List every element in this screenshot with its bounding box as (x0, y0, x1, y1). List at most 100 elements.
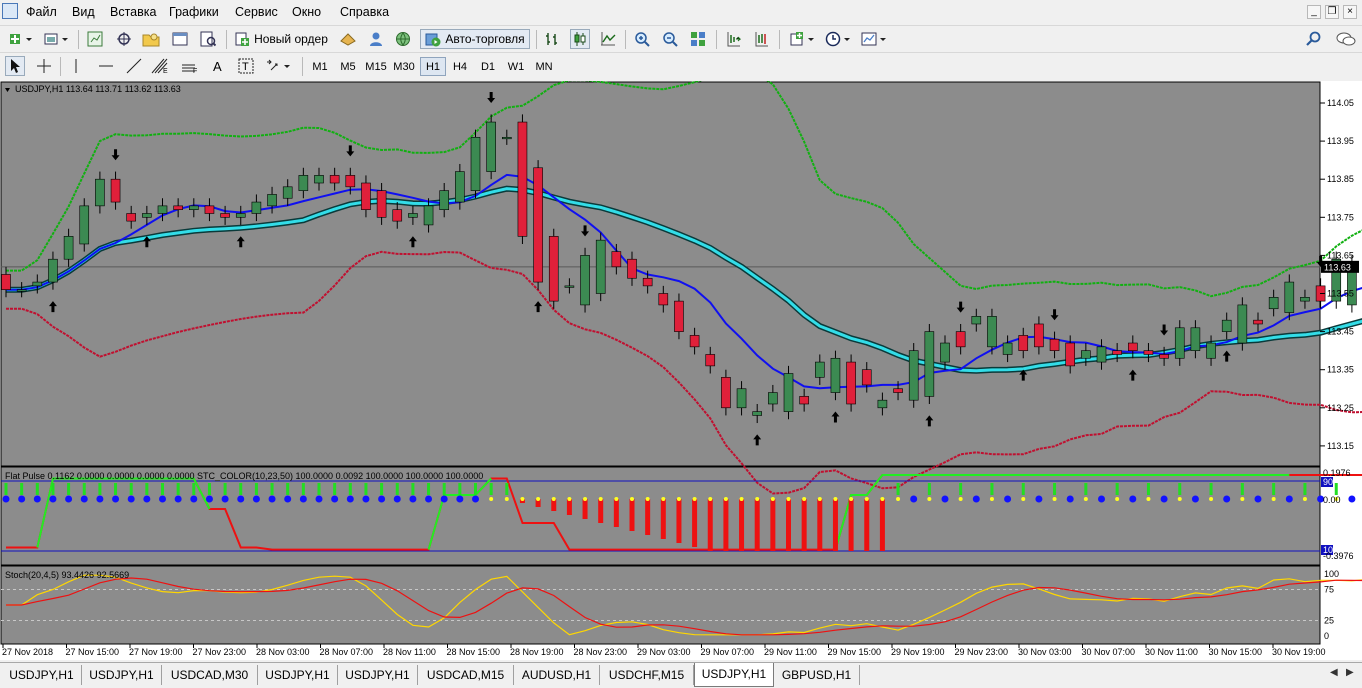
menu-insert[interactable]: Вставка (110, 5, 156, 19)
pulse-axis-label: 0.00 (1323, 495, 1341, 505)
zoom-in-button[interactable] (632, 29, 652, 49)
tab-usdjpy-h1-4[interactable]: USDJPY,H1 (338, 665, 418, 685)
market-button[interactable] (393, 29, 413, 49)
terminal-button[interactable] (170, 29, 190, 49)
pulse-dot (786, 497, 791, 501)
timeframe-mn[interactable]: MN (531, 57, 557, 76)
periods-button[interactable] (822, 29, 854, 49)
fibonacci-button[interactable]: E (150, 56, 170, 76)
pulse-histogram-bar (582, 499, 588, 519)
data-window-button[interactable] (114, 29, 134, 49)
chat-bubble-icon (1336, 32, 1356, 46)
line-chart-button[interactable] (598, 29, 618, 49)
tab-audusd-h1[interactable]: AUDUSD,H1 (514, 665, 600, 685)
tab-usdcad-m30[interactable]: USDCAD,M30 (162, 665, 258, 685)
crosshair-tool-button[interactable] (34, 56, 54, 76)
channel-button[interactable]: F (180, 56, 200, 76)
tab-usdjpy-h1-1[interactable]: USDJPY,H1 (2, 665, 82, 685)
tile-windows-button[interactable] (688, 29, 708, 49)
candle-body (752, 411, 763, 416)
candle-body (1018, 335, 1029, 351)
timeframe-h1[interactable]: H1 (420, 57, 446, 76)
menu-help[interactable]: Справка (340, 5, 389, 19)
price-axis-label: 113.85 (1327, 174, 1354, 184)
profiles-button[interactable] (40, 29, 72, 49)
pulse-dot (190, 495, 198, 503)
templates-button[interactable] (858, 29, 890, 49)
text-tool-button[interactable]: A (208, 56, 228, 76)
minimize-button[interactable]: _ (1307, 5, 1321, 19)
menu-charts[interactable]: Графики (169, 5, 219, 19)
pulse-dot (645, 497, 650, 501)
signals-button[interactable] (366, 29, 386, 49)
new-chart-button[interactable] (4, 29, 36, 49)
tab-scroll-left-icon[interactable]: ◀ (1330, 667, 1338, 678)
indicators-button[interactable] (786, 29, 818, 49)
cursor-tool-button[interactable] (5, 56, 25, 76)
menu-file[interactable]: Файл (26, 5, 57, 19)
arrows-button[interactable] (262, 56, 294, 76)
menu-view[interactable]: Вид (72, 5, 95, 19)
bar-chart-button[interactable] (542, 29, 562, 49)
restore-button[interactable]: ❐ (1325, 5, 1339, 19)
pulse-green-bar (1178, 483, 1182, 495)
chart-window[interactable]: 114.05 113.95 113.85 113.75 113.65 113.55 113.… (0, 81, 1362, 660)
time-axis-label: 28 Nov 11:00 (383, 647, 436, 657)
menu-tools[interactable]: Сервис (235, 5, 278, 19)
zoom-out-button[interactable] (660, 29, 680, 49)
chart-shift-button[interactable] (723, 29, 743, 49)
tab-usdjpy-h1-2[interactable]: USDJPY,H1 (82, 665, 162, 685)
vertical-line-button[interactable] (66, 56, 86, 76)
candle-body (517, 121, 528, 237)
current-price-label: 113.63 (1324, 262, 1351, 272)
auto-scroll-button[interactable] (751, 29, 771, 49)
timeframe-m5[interactable]: M5 (335, 57, 361, 76)
timeframe-w1[interactable]: W1 (503, 57, 529, 76)
stoch-pane[interactable] (0, 565, 1321, 645)
arrows-dropdown-icon (267, 59, 290, 71)
timeframe-m30[interactable]: M30 (391, 57, 417, 76)
candlestick-chart-button[interactable] (570, 29, 590, 49)
pulse-green-bar (1303, 483, 1307, 495)
text-label-button[interactable]: T (236, 56, 256, 76)
timeframe-d1[interactable]: D1 (475, 57, 501, 76)
tab-usdchf-m15[interactable]: USDCHF,M15 (600, 665, 694, 685)
market-watch-button[interactable] (85, 29, 105, 49)
strategy-tester-button[interactable] (198, 29, 218, 49)
profiles-icon (44, 33, 68, 45)
metaeditor-button[interactable] (338, 29, 358, 49)
new-order-button[interactable]: Новый ордер (232, 29, 330, 49)
clock-icon (825, 31, 850, 47)
navigator-button[interactable] (141, 29, 161, 49)
candle-body (16, 289, 27, 292)
close-button[interactable]: × (1343, 5, 1357, 19)
chart-canvas[interactable]: 114.05 113.95 113.85 113.75 113.65 113.55 113.… (0, 81, 1362, 660)
candle-body (345, 175, 356, 188)
candle-body (142, 213, 152, 218)
candle-body (204, 205, 215, 214)
price-pane[interactable] (0, 81, 1321, 467)
candle-body (95, 178, 105, 207)
pulse-dot (378, 495, 386, 503)
candlestick-icon (574, 32, 586, 46)
tab-usdjpy-h1-active[interactable]: USDJPY,H1 (694, 663, 774, 687)
timeframe-m15[interactable]: M15 (363, 57, 389, 76)
horizontal-line-button[interactable] (96, 56, 116, 76)
chat-button[interactable] (1334, 29, 1358, 49)
zoom-in-icon (635, 32, 650, 47)
menu-window[interactable]: Окно (292, 5, 321, 19)
pulse-dot (972, 495, 980, 503)
menu-bar: Файл Вид Вставка Графики Сервис Окно Спр… (0, 0, 1362, 25)
timeframe-m1[interactable]: M1 (307, 57, 333, 76)
tab-scroll-right-icon[interactable]: ▶ (1346, 667, 1354, 678)
app-icon[interactable] (2, 3, 18, 19)
candle-body (282, 186, 293, 199)
timeframe-h4[interactable]: H4 (447, 57, 473, 76)
pulse-dot (268, 495, 276, 503)
tab-usdjpy-h1-3[interactable]: USDJPY,H1 (258, 665, 338, 685)
tab-usdcad-m15[interactable]: USDCAD,M15 (418, 665, 514, 685)
search-button[interactable] (1304, 29, 1324, 49)
autotrading-button[interactable]: Авто-торговля (420, 29, 530, 49)
trendline-button[interactable] (124, 56, 144, 76)
tab-gbpusd-h1[interactable]: GBPUSD,H1 (774, 665, 860, 685)
